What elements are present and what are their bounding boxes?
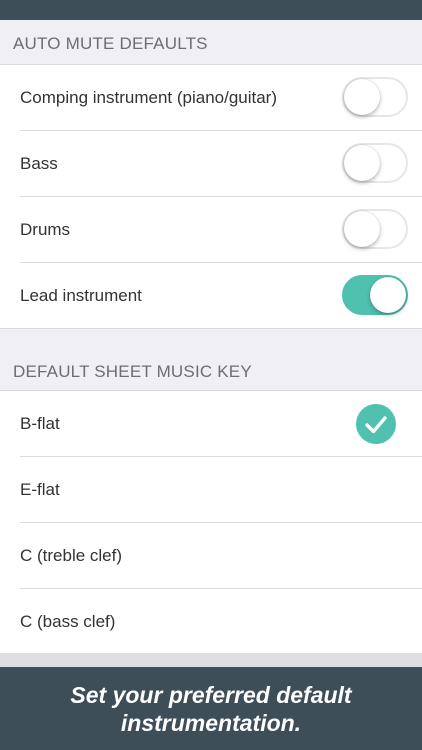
comping-toggle[interactable]	[342, 77, 408, 117]
auto-mute-section-header: AUTO MUTE DEFAULTS	[0, 20, 422, 65]
setting-label: Comping instrument (piano/guitar)	[20, 88, 278, 107]
key-option-label: B-flat	[20, 414, 60, 433]
status-bar	[0, 0, 422, 20]
key-option-c-bass[interactable]: C (bass clef)	[0, 589, 422, 653]
toggle-knob	[344, 79, 380, 115]
setting-row-bass: Bass	[0, 131, 422, 197]
setting-label: Bass	[20, 154, 58, 173]
caption-line-1: Set your preferred default	[70, 681, 352, 708]
setting-row-drums: Drums	[0, 197, 422, 263]
key-option-label: C (bass clef)	[20, 612, 116, 631]
setting-row-comping: Comping instrument (piano/guitar)	[0, 65, 422, 131]
list-footer-gap	[0, 653, 422, 667]
key-option-b-flat[interactable]: B-flat	[0, 391, 422, 457]
toggle-knob	[344, 145, 380, 181]
setting-row-lead: Lead instrument	[0, 263, 422, 328]
setting-label: Lead instrument	[20, 286, 142, 305]
toggle-knob	[370, 277, 406, 313]
checkmark-icon	[356, 404, 396, 444]
key-option-c-treble[interactable]: C (treble clef)	[0, 523, 422, 589]
lead-instrument-toggle[interactable]	[342, 275, 408, 315]
promo-caption-bar: Set your preferred default instrumentati…	[0, 667, 422, 750]
sheet-key-section-header: DEFAULT SHEET MUSIC KEY	[0, 328, 422, 391]
promo-caption: Set your preferred default instrumentati…	[41, 681, 381, 737]
key-option-label: E-flat	[20, 480, 60, 499]
key-option-label: C (treble clef)	[20, 546, 123, 565]
setting-label: Drums	[20, 220, 71, 239]
caption-line-2: instrumentation.	[120, 709, 302, 736]
drums-toggle[interactable]	[342, 209, 408, 249]
key-option-e-flat[interactable]: E-flat	[0, 457, 422, 523]
toggle-knob	[344, 211, 380, 247]
bass-toggle[interactable]	[342, 143, 408, 183]
